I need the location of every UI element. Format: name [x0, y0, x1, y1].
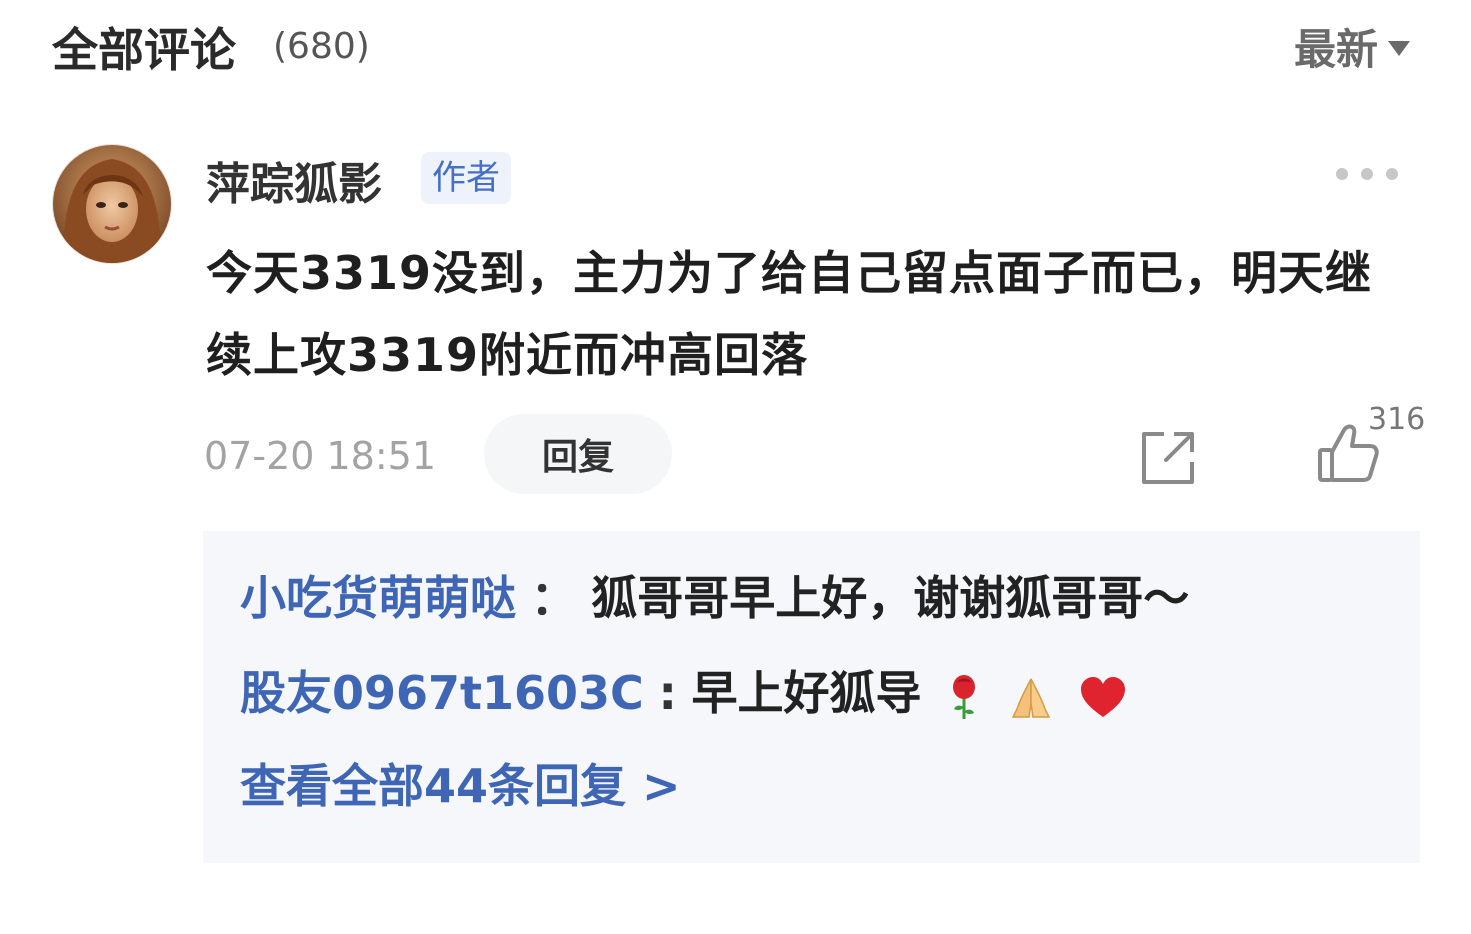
caret-down-icon	[1388, 41, 1411, 56]
sort-dropdown[interactable]: 最新	[1294, 16, 1411, 77]
comment-timestamp: 07-20 18:51	[204, 434, 437, 478]
share-icon-graphic	[1142, 432, 1194, 484]
reply-button[interactable]: 回复	[484, 414, 672, 494]
share-icon[interactable]	[1136, 424, 1202, 490]
reply-username[interactable]: 股友0967t1603C	[240, 666, 644, 720]
reply-text: 狐哥哥早上好，谢谢狐哥哥～	[591, 571, 1190, 625]
comments-page: 全部评论 (680) 最新 萍踪狐影 作者 今天3319没到，主力为了给自己留点…	[0, 0, 1471, 934]
more-dot	[1361, 168, 1373, 180]
like-count: 316	[1368, 402, 1426, 437]
more-dot	[1386, 168, 1398, 180]
comment-text: 今天3319没到，主力为了给自己留点面子而已，明天继续上攻3319附近而冲高回落	[206, 246, 1373, 382]
author-name[interactable]: 萍踪狐影	[206, 148, 382, 212]
view-all-replies-link[interactable]: 查看全部44条回复 >	[240, 756, 681, 816]
reply-separator: :	[658, 666, 677, 720]
reply-text: 早上好狐导	[691, 666, 922, 720]
comments-title: 全部评论	[52, 23, 236, 77]
reply-separator: ：	[530, 571, 577, 625]
folded-hands-emoji-icon	[1011, 678, 1050, 718]
sort-label: 最新	[1294, 25, 1379, 74]
more-dot	[1336, 168, 1348, 180]
avatar[interactable]	[52, 144, 172, 264]
reply-username[interactable]: 小吃货萌萌哒	[240, 571, 516, 625]
comments-count: (680)	[273, 26, 370, 67]
rose-emoji-icon	[953, 674, 976, 719]
author-badge: 作者	[421, 152, 511, 204]
reply-item: 股友0967t1603C : 早上好狐导	[240, 663, 1127, 723]
replies-preview: 小吃货萌萌哒 ： 狐哥哥早上好，谢谢狐哥哥～ 股友0967t1603C : 早上…	[203, 531, 1420, 863]
red-heart-emoji-icon	[1081, 676, 1126, 717]
avatar-portrait-icon	[53, 145, 171, 263]
more-icon[interactable]	[1336, 163, 1398, 185]
reply-item: 小吃货萌萌哒 ： 狐哥哥早上好，谢谢狐哥哥～	[240, 568, 1189, 628]
